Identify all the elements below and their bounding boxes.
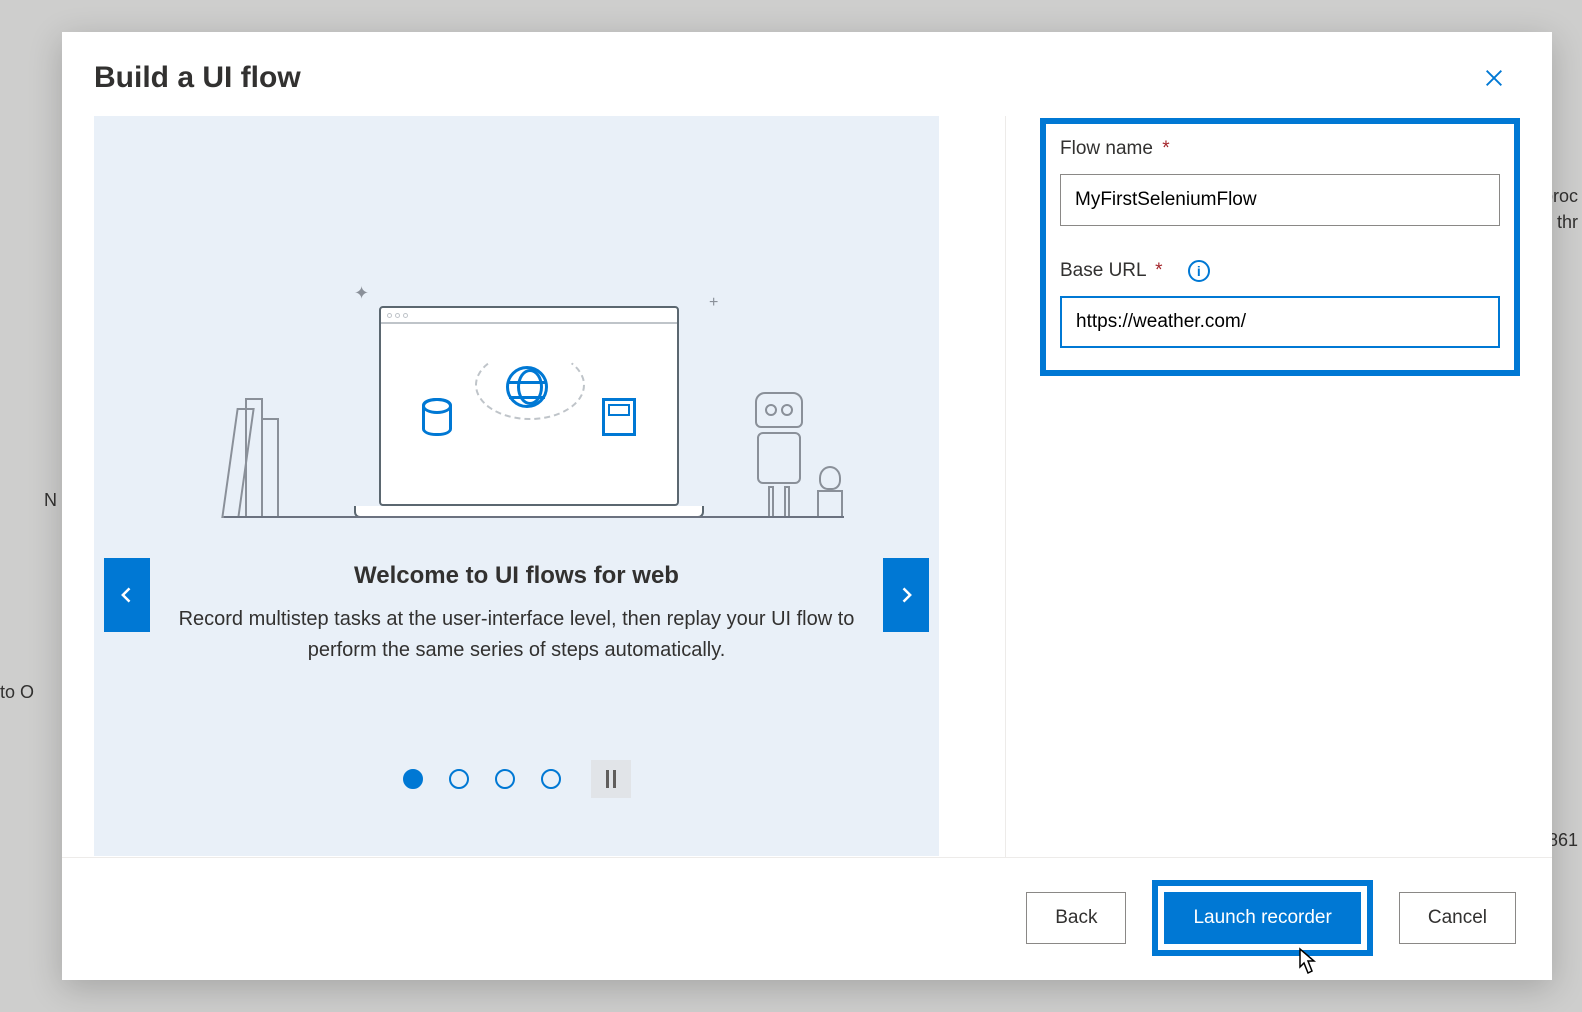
welcome-illustration: ✦ + [94, 178, 939, 518]
carousel-next-button[interactable] [883, 558, 929, 632]
globe-icon [506, 366, 548, 408]
sparkle-icon: ✦ [354, 283, 369, 304]
carousel-pause-button[interactable] [591, 760, 631, 798]
carousel-dot-1[interactable] [403, 769, 423, 789]
laptop-illustration [354, 306, 704, 518]
base-url-label: Base URL * i [1060, 260, 1210, 281]
close-button[interactable] [1476, 60, 1512, 96]
base-url-field-group: Base URL * i [1060, 260, 1500, 348]
pause-icon [606, 770, 609, 788]
cancel-button[interactable]: Cancel [1399, 892, 1516, 944]
bg-text-fragment: N [44, 490, 57, 511]
carousel-dot-4[interactable] [541, 769, 561, 789]
flow-name-label-text: Flow name [1060, 138, 1153, 159]
flow-name-label: Flow name * [1060, 138, 1170, 159]
info-icon[interactable]: i [1188, 260, 1210, 282]
required-indicator: * [1162, 138, 1169, 159]
carousel-panel: ✦ + [94, 116, 939, 856]
base-url-input[interactable] [1060, 296, 1500, 348]
carousel-prev-button[interactable] [104, 558, 150, 632]
form-highlight-box: Flow name * Base URL * i [1040, 118, 1520, 376]
flow-name-input[interactable] [1060, 174, 1500, 226]
modal-footer: Back Launch recorder Cancel [62, 857, 1552, 980]
launch-highlight-box: Launch recorder [1152, 880, 1372, 956]
build-ui-flow-modal: Build a UI flow ✦ + [62, 32, 1552, 980]
carousel-heading: Welcome to UI flows for web [354, 562, 679, 590]
required-indicator: * [1155, 260, 1162, 281]
pause-icon [613, 770, 616, 788]
close-icon [1483, 67, 1505, 89]
base-url-label-text: Base URL [1060, 260, 1146, 281]
back-button[interactable]: Back [1026, 892, 1126, 944]
database-icon [422, 398, 452, 436]
modal-header: Build a UI flow [62, 32, 1552, 116]
form-panel: Flow name * Base URL * i [1005, 116, 1520, 857]
bg-text-fragment: to O [0, 682, 34, 703]
carousel-description: Record multistep tasks at the user-inter… [167, 604, 867, 666]
plus-icon: + [709, 294, 718, 312]
chevron-left-icon [117, 581, 137, 609]
carousel-dots [403, 760, 631, 798]
carousel-dot-3[interactable] [495, 769, 515, 789]
modal-title: Build a UI flow [94, 61, 301, 95]
plant-illustration [817, 466, 843, 518]
books-illustration [229, 398, 277, 518]
launch-recorder-button[interactable]: Launch recorder [1164, 892, 1360, 944]
robot-illustration [744, 392, 814, 518]
chevron-right-icon [896, 581, 916, 609]
calculator-icon [602, 398, 636, 436]
carousel-dot-2[interactable] [449, 769, 469, 789]
flow-name-field-group: Flow name * [1060, 138, 1500, 226]
modal-body: ✦ + [62, 116, 1552, 857]
